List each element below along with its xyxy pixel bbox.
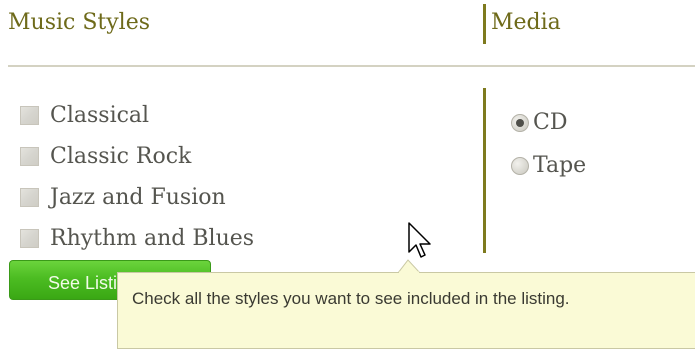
rhythm-blues-label[interactable]: Rhythm and Blues [50, 226, 254, 251]
music-styles-heading: Music Styles [8, 10, 151, 35]
cd-radio[interactable] [511, 113, 529, 132]
jazz-fusion-label[interactable]: Jazz and Fusion [50, 185, 226, 210]
music-styles-list: Classical Classic Rock Jazz and Fusion R… [20, 95, 254, 259]
classic-rock-label[interactable]: Classic Rock [50, 144, 191, 169]
header-divider [8, 65, 695, 67]
jazz-fusion-checkbox[interactable] [20, 188, 39, 207]
column-divider-bottom [483, 88, 486, 253]
tape-radio[interactable] [511, 156, 529, 175]
style-option-jazz-fusion[interactable]: Jazz and Fusion [20, 177, 254, 218]
rhythm-blues-checkbox[interactable] [20, 229, 39, 248]
style-option-classic-rock[interactable]: Classic Rock [20, 136, 254, 177]
classic-rock-checkbox[interactable] [20, 147, 39, 166]
style-option-classical[interactable]: Classical [20, 95, 254, 136]
media-option-tape[interactable]: Tape [511, 144, 586, 187]
media-option-cd[interactable]: CD [511, 101, 586, 144]
style-option-rhythm-blues[interactable]: Rhythm and Blues [20, 218, 254, 259]
media-heading: Media [491, 10, 561, 35]
classical-label[interactable]: Classical [50, 103, 149, 128]
column-divider-top [483, 4, 486, 44]
cd-label[interactable]: CD [533, 110, 567, 135]
media-options-list: CD Tape [511, 101, 586, 187]
arrow-pointer-icon [408, 222, 431, 258]
tape-label[interactable]: Tape [533, 153, 586, 178]
help-tooltip: Check all the styles you want to see inc… [117, 272, 695, 349]
classical-checkbox[interactable] [20, 106, 39, 125]
